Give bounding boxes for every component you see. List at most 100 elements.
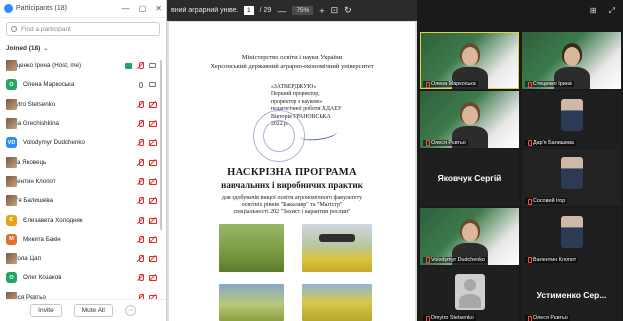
participant-name: Анна Яковець: [6, 158, 47, 166]
tile-name-label: Дар'я Балишева: [525, 139, 576, 146]
video-tile[interactable]: Сосовей Ігор: [522, 149, 621, 206]
fullscreen-icon[interactable]: ⤢: [609, 6, 615, 16]
participant-row[interactable]: Микола Цап: [0, 249, 162, 268]
participant-name: Микола Цап: [6, 255, 41, 263]
rotate-icon[interactable]: ↻: [344, 5, 352, 16]
participant-row[interactable]: Стеценко Ірина (Host, me): [0, 56, 162, 75]
participant-row[interactable]: О Олена Маркоська: [0, 75, 162, 94]
mic-muted-icon: [137, 216, 144, 224]
zoom-in-button[interactable]: +: [319, 6, 324, 16]
avatar: М: [6, 233, 17, 245]
avatar: [6, 253, 17, 265]
video-gallery: ⊞ ⤢ Олена Маркоська Стеценко Ірина Олеся Р…: [418, 0, 623, 321]
participant-row[interactable]: VD Volodymyr Dudchenko: [0, 133, 162, 152]
camera-off-icon: [149, 236, 157, 243]
tile-name: Сосовей Ігор: [533, 198, 566, 204]
tile-name: Стеценко Ірина: [533, 81, 572, 87]
camera-off-icon: [149, 120, 157, 128]
zoom-out-button[interactable]: —: [277, 6, 286, 16]
mic-muted-icon[interactable]: [137, 62, 144, 70]
document-viewer: вний аграрний уніве... 1 / 29 — 75% + ⊡ …: [167, 0, 417, 321]
more-options-button[interactable]: ···: [124, 305, 136, 316]
participant-name: Микита Бакін: [23, 235, 61, 243]
camera-off-icon: [149, 255, 157, 263]
avatar: VD: [6, 137, 17, 149]
participant-row[interactable]: Toma Grechishkina: [0, 114, 162, 133]
zoom-level[interactable]: 75%: [292, 6, 314, 15]
fit-page-icon[interactable]: ⊡: [331, 5, 339, 16]
camera-on-icon: [149, 82, 156, 88]
mic-on-icon: [139, 81, 143, 88]
page-total: / 29: [259, 7, 272, 14]
participants-title: Participants (18): [16, 5, 67, 12]
video-tile[interactable]: Яковчук Сергій: [420, 149, 519, 206]
drone-field-photo: [302, 224, 372, 272]
zoom-logo-icon: [4, 4, 13, 13]
mic-muted-icon: [137, 158, 144, 166]
video-tile[interactable]: Дар'я Балишева: [522, 90, 621, 148]
tile-name: Дар'я Балишева: [533, 139, 574, 146]
mic-muted-icon: [137, 274, 144, 282]
participant-row[interactable]: Dmytro Stetsenko: [0, 95, 162, 114]
gallery-view-icon[interactable]: ⊞: [590, 6, 597, 15]
participant-name: Єлизавета Холодняк: [23, 216, 83, 224]
joined-section-header[interactable]: Joined (18) ⌄: [0, 40, 166, 56]
tile-name: Олеся Рєвтьо: [431, 139, 466, 146]
avatar: [6, 195, 17, 207]
document-page: Міністерство освіти і науки України Херс…: [169, 22, 415, 321]
ministry-line: Міністерство освіти і науки України: [241, 54, 343, 61]
participant-status-icons: [125, 62, 156, 70]
document-title-heading: НАСКРІЗНА ПРОГРАМА: [227, 167, 357, 178]
maximize-icon[interactable]: ▢: [139, 4, 147, 13]
minimize-icon[interactable]: —: [122, 4, 130, 13]
participant-status-icons: [137, 100, 157, 108]
mute-all-button[interactable]: Mute All: [73, 304, 113, 317]
page-number-input[interactable]: 1: [244, 6, 254, 15]
participant-status-icons: [137, 139, 157, 147]
participant-video: [560, 98, 583, 131]
mic-muted-icon: [137, 197, 144, 205]
chevron-down-icon: ⌄: [43, 45, 49, 52]
video-tile[interactable]: Volodymyr Dudchenko: [420, 207, 519, 265]
video-tile[interactable]: Стеценко Ірина: [522, 32, 621, 89]
participant-search-input[interactable]: Find a participant: [6, 22, 160, 36]
video-tile[interactable]: Олеся Рєвтьо: [420, 90, 519, 148]
video-tile[interactable]: Устименко Сер... Олеся Рєвтьо: [522, 266, 621, 321]
video-tile[interactable]: Dmytro Stetsenko: [420, 266, 519, 321]
participant-list: Стеценко Ірина (Host, me) О Олена Маркоськ…: [0, 56, 162, 321]
description-line: освітніх рівнів "Бакалавр" та "Магістр": [241, 202, 343, 208]
tile-name: Валентин Клопот: [533, 256, 577, 263]
tile-name-label: Олена Маркоська: [423, 81, 478, 88]
drone-image: [319, 234, 355, 242]
participant-row[interactable]: О Олег Козаков: [0, 268, 162, 287]
field-photo: [219, 284, 284, 321]
participant-video: [560, 215, 583, 248]
university-line: Херсонський державний аграрно-економічни…: [210, 63, 374, 70]
mic-muted-icon: [425, 257, 430, 263]
participants-titlebar: Participants (18) — ▢ ✕: [0, 0, 166, 18]
participant-row[interactable]: Є Єлизавета Холодняк: [0, 210, 162, 229]
participant-row[interactable]: М Микита Бакін: [0, 230, 162, 249]
camera-off-icon: [149, 159, 157, 166]
avatar: Є: [6, 214, 17, 226]
participant-list-scrollbar[interactable]: [160, 60, 162, 230]
invite-button[interactable]: Invite: [30, 304, 62, 317]
mic-muted-icon: [527, 257, 532, 263]
participant-row[interactable]: Валентин Клопот: [0, 172, 162, 191]
mic-muted-icon: [425, 315, 430, 321]
video-tile[interactable]: Олена Маркоська: [420, 32, 519, 89]
participant-status-icons: [137, 216, 157, 224]
video-tile[interactable]: Валентин Клопот: [522, 207, 621, 265]
mic-muted-icon: [527, 198, 532, 205]
description-line: спеціальності 202 "Захист і карантин рос…: [233, 209, 351, 215]
camera-on-icon[interactable]: [149, 63, 156, 69]
avatar: О: [6, 272, 17, 284]
participant-status-icons: [137, 274, 157, 282]
tile-name-label: Volodymyr Dudchenko: [423, 256, 487, 263]
participant-status-icons: [137, 158, 157, 166]
default-avatar-icon: [454, 274, 485, 310]
close-icon[interactable]: ✕: [155, 4, 162, 13]
gallery-toolbar: ⊞ ⤢: [418, 0, 623, 21]
participant-row[interactable]: Дар'я Балишева: [0, 191, 162, 210]
participant-row[interactable]: Анна Яковець: [0, 152, 162, 171]
